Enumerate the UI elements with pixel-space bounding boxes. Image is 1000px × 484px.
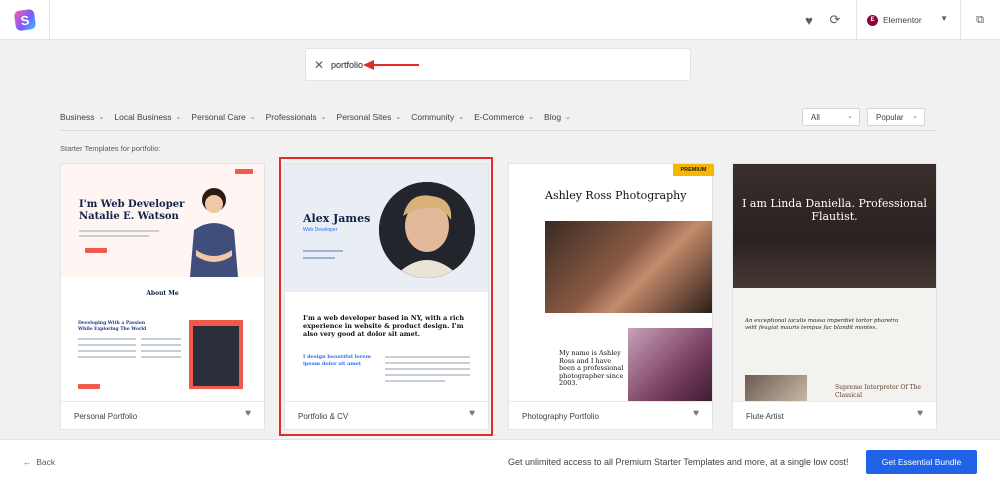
preview-quote: An exceptional iaculis massa imperdiet t…: [745, 318, 899, 331]
category-filter-bar: Business ⌄ Local Business ⌄ Personal Care ⌄…: [60, 106, 581, 128]
portrait-photo: [545, 221, 712, 313]
get-essential-bundle-button[interactable]: Get Essential Bundle: [866, 450, 977, 474]
template-card-flute-artist[interactable]: I am Linda Daniella. Professional Flauti…: [732, 163, 937, 430]
filter-e-commerce[interactable]: E-Commerce ⌄: [474, 112, 534, 122]
premium-badge: PREMIUM: [673, 164, 714, 176]
template-type-select[interactable]: All ⌄: [802, 108, 860, 126]
filter-personal-sites[interactable]: Personal Sites ⌄: [337, 112, 402, 122]
chevron-down-icon: ⌄: [912, 113, 918, 120]
filter-community[interactable]: Community ⌄: [411, 112, 464, 122]
app-logo[interactable]: S: [0, 0, 50, 40]
top-bar: S ♥ ⟳ E Elementor ▼ ⧉: [0, 0, 1000, 40]
chevron-down-icon: ⌄: [249, 114, 256, 121]
preview-heading: I'm Web Developer Natalie E. Watson: [79, 199, 185, 222]
favorite-heart-icon[interactable]: ♥: [245, 408, 251, 419]
card-title: Photography Portfolio: [509, 401, 712, 430]
bottom-bar: ← Back Get unlimited access to all Premi…: [0, 439, 1000, 484]
filter-local-business[interactable]: Local Business ⌄: [114, 112, 181, 122]
template-card-personal-portfolio[interactable]: I'm Web Developer Natalie E. Watson Abou…: [60, 163, 265, 430]
back-button[interactable]: ← Back: [23, 457, 55, 467]
chevron-down-icon: ⌄: [395, 114, 402, 121]
preview-section-text: Developing With a Passion While Explorin…: [78, 321, 147, 332]
preview-body-text: My name is Ashley Ross and I have been a…: [559, 349, 624, 387]
results-label: Starter Templates for portfolio:: [60, 144, 161, 153]
chevron-down-icon: ⌄: [98, 114, 105, 121]
filter-personal-care[interactable]: Personal Care ⌄: [191, 112, 255, 122]
favorite-heart-icon[interactable]: ♥: [693, 408, 699, 419]
preview-section-title: About Me: [146, 290, 179, 297]
filter-business[interactable]: Business ⌄: [60, 112, 104, 122]
preview-heading: Ashley Ross Photography: [545, 189, 687, 202]
chevron-down-icon: ▼: [940, 14, 948, 23]
page-builder-label: Elementor: [883, 15, 922, 25]
arrow-left-icon: ←: [23, 457, 32, 467]
card-title: Personal Portfolio: [61, 401, 264, 430]
template-preview[interactable]: I am Linda Daniella. Professional Flauti…: [733, 164, 936, 401]
chevron-down-icon: ⌄: [528, 114, 535, 121]
secondary-photo: [628, 328, 712, 401]
preview-subheading: Supreme Interpreter Of The Classical: [835, 384, 921, 399]
sync-icon[interactable]: ⟳: [825, 0, 845, 40]
person-illustration: [190, 188, 238, 277]
preview-heading: I am Linda Daniella. Professional Flauti…: [742, 197, 927, 223]
selection-highlight: [279, 157, 493, 436]
chevron-down-icon: ⌄: [565, 114, 571, 121]
template-preview[interactable]: I'm Web Developer Natalie E. Watson Abou…: [61, 164, 264, 401]
premium-promo-text: Get unlimited access to all Premium Star…: [508, 457, 849, 467]
filter-divider: [60, 130, 937, 131]
sort-select[interactable]: Popular ⌄: [867, 108, 925, 126]
page-builder-select[interactable]: E Elementor ▼: [856, 0, 961, 40]
elementor-icon: E: [867, 14, 878, 26]
chevron-down-icon: ⌄: [175, 114, 182, 121]
external-link-icon[interactable]: ⧉: [970, 0, 990, 40]
template-preview[interactable]: Ashley Ross Photography My name is Ashle…: [509, 164, 712, 401]
favorite-heart-icon[interactable]: ♥: [917, 408, 923, 419]
chevron-down-icon: ⌄: [320, 114, 327, 121]
clear-search-icon[interactable]: ✕: [307, 58, 331, 72]
template-card-photography-portfolio[interactable]: Ashley Ross Photography My name is Ashle…: [508, 163, 714, 430]
chevron-down-icon: ⌄: [847, 113, 853, 120]
favorites-heart-icon[interactable]: ♥: [799, 0, 819, 40]
artist-photo: [745, 375, 807, 401]
card-title: Flute Artist: [733, 401, 936, 430]
annotation-arrow: [363, 60, 419, 70]
logo-icon: S: [13, 8, 36, 32]
chevron-down-icon: ⌄: [458, 114, 465, 121]
filter-blog[interactable]: Blog ⌄: [544, 112, 571, 122]
filter-professionals[interactable]: Professionals ⌄: [266, 112, 327, 122]
